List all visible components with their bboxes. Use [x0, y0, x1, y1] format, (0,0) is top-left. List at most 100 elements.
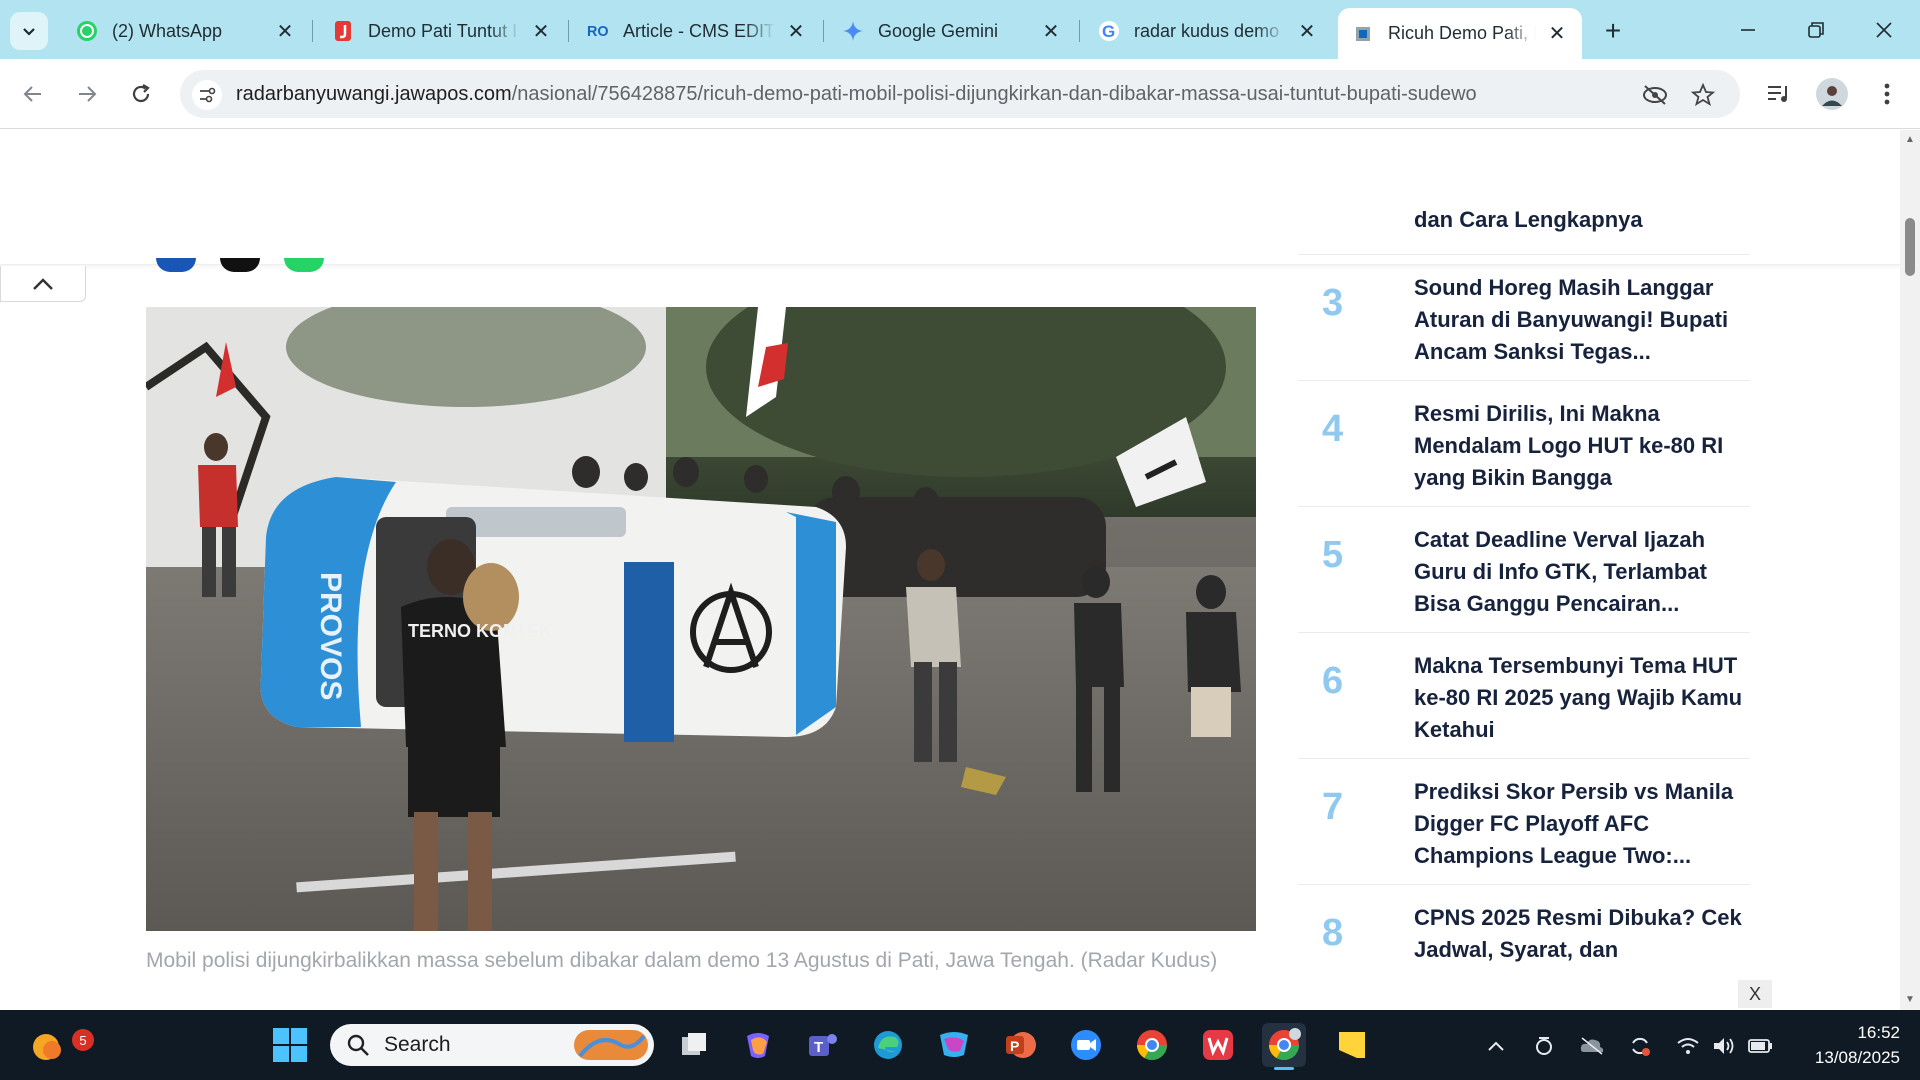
overturned-van: PROVOS	[260, 477, 846, 742]
trending-title[interactable]: Resmi Dirilis, Ini Makna Mendalam Logo H…	[1414, 398, 1744, 494]
close-icon[interactable]: ✕	[1040, 20, 1062, 43]
profile-avatar[interactable]	[1816, 78, 1848, 110]
minimize-button[interactable]	[1720, 10, 1776, 50]
arrow-left-icon	[23, 86, 41, 102]
m365-icon[interactable]	[932, 1023, 976, 1067]
trending-title[interactable]: Catat Deadline Verval Ijazah Guru di Inf…	[1414, 524, 1744, 620]
facebook-share-icon[interactable]	[156, 258, 196, 272]
start-button[interactable]	[268, 1023, 312, 1067]
trending-title[interactable]: Prediksi Skor Persib vs Manila Digger FC…	[1414, 776, 1744, 872]
tab-separator	[312, 20, 313, 42]
url-text[interactable]: radarbanyuwangi.jawapos.com/nasional/756…	[236, 83, 1477, 106]
scroll-up-icon[interactable]: ▲	[1904, 134, 1916, 146]
trending-title[interactable]: Makna Tersembunyi Tema HUT ke-80 RI 2025…	[1414, 650, 1744, 746]
powerpoint-icon[interactable]: P	[998, 1023, 1042, 1067]
trending-rank: 5	[1322, 534, 1344, 576]
page-scrollbar[interactable]: ▲ ▼	[1900, 130, 1920, 1010]
trending-title[interactable]: Sound Horeg Masih Langgar Aturan di Bany…	[1414, 272, 1744, 368]
whatsapp-share-icon[interactable]	[284, 258, 324, 272]
tab-title: Demo Pati Tuntut I	[368, 20, 518, 41]
close-window-button[interactable]	[1856, 10, 1912, 50]
chrome-profile-icon[interactable]	[1262, 1023, 1306, 1070]
tab-google-search[interactable]: G radar kudus demo ✕	[1084, 10, 1332, 52]
chevron-up-icon	[33, 277, 53, 290]
trending-item-8[interactable]: 8 CPNS 2025 Resmi Dibuka? Cek Jadwal, Sy…	[1298, 886, 1750, 1010]
forward-button[interactable]	[68, 75, 106, 113]
collapse-banner-button[interactable]	[0, 266, 86, 302]
tab-active-article[interactable]: Ricuh Demo Pati, M ✕	[1338, 8, 1582, 59]
weather-widget[interactable]: 5	[26, 1023, 94, 1067]
star-icon[interactable]	[1690, 82, 1716, 108]
trending-item-7[interactable]: 7 Prediksi Skor Persib vs Manila Digger …	[1298, 760, 1750, 885]
tab-gemini[interactable]: Google Gemini ✕	[828, 10, 1076, 52]
close-icon[interactable]: ✕	[1546, 23, 1568, 45]
search-label: Search	[384, 1033, 451, 1056]
sync-status-icon[interactable]	[1530, 1032, 1558, 1060]
edge-icon[interactable]	[866, 1023, 910, 1067]
trending-item-6[interactable]: 6 Makna Tersembunyi Tema HUT ke-80 RI 20…	[1298, 634, 1750, 759]
jawapos-icon	[332, 20, 354, 42]
scrollbar-thumb[interactable]	[1905, 218, 1915, 276]
tab-separator	[568, 20, 569, 42]
wps-office-icon[interactable]	[1196, 1023, 1240, 1067]
update-sync-icon[interactable]	[1626, 1032, 1654, 1060]
van-text: PROVOS	[314, 572, 347, 700]
reload-icon	[132, 84, 150, 103]
clock-time: 16:52	[1857, 1023, 1900, 1042]
new-tab-button[interactable]: +	[1596, 14, 1630, 48]
close-icon[interactable]: ✕	[785, 20, 807, 43]
ad-close-button[interactable]: X	[1738, 980, 1772, 1008]
minimize-icon	[1741, 29, 1755, 31]
google-icon: G	[1098, 20, 1120, 42]
notification-badge: 5	[72, 1029, 94, 1051]
copilot-icon[interactable]	[736, 1023, 780, 1067]
sticky-notes-icon[interactable]	[1330, 1023, 1374, 1067]
reload-button[interactable]	[122, 75, 160, 113]
weather-icon	[33, 1034, 61, 1060]
site-info-icon[interactable]	[192, 80, 222, 110]
eye-off-icon[interactable]	[1642, 82, 1668, 108]
trending-item-4[interactable]: 4 Resmi Dirilis, Ini Makna Mendalam Logo…	[1298, 382, 1750, 507]
trending-rank: 7	[1322, 786, 1344, 828]
url-path: /nasional/756428875/ricuh-demo-pati-mobi…	[511, 83, 1477, 105]
tab-title: Article - CMS EDITO	[623, 20, 775, 41]
trending-item-3[interactable]: 3 Sound Horeg Masih Langgar Aturan di Ba…	[1298, 256, 1750, 381]
tab-cms-editor[interactable]: RO Article - CMS EDITO ✕	[573, 10, 821, 52]
chrome-icon[interactable]	[1130, 1023, 1174, 1067]
tab-search-button[interactable]	[10, 12, 48, 50]
zoom-icon[interactable]	[1064, 1023, 1108, 1067]
url-domain: radarbanyuwangi.jawapos.com	[236, 83, 512, 105]
teams-icon[interactable]: T	[800, 1023, 844, 1067]
restore-icon	[1808, 22, 1824, 38]
trending-item-2[interactable]: dan Cara Lengkapnya	[1298, 207, 1750, 255]
back-button[interactable]	[14, 75, 52, 113]
taskbar-search[interactable]: Search	[330, 1024, 654, 1066]
tab-separator	[823, 20, 824, 42]
browser-toolbar: radarbanyuwangi.jawapos.com/nasional/756…	[0, 59, 1920, 129]
show-hidden-icons[interactable]	[1482, 1032, 1510, 1060]
more-menu-icon[interactable]	[1870, 77, 1904, 111]
taskbar-clock[interactable]: 16:52 13/08/2025	[1790, 1020, 1900, 1070]
scroll-down-icon[interactable]: ▼	[1904, 994, 1916, 1006]
web-page: PROVOS TERNO KONTEK Mobil polisi dijungk…	[0, 130, 1900, 1010]
trending-item-5[interactable]: 5 Catat Deadline Verval Ijazah Guru di I…	[1298, 508, 1750, 633]
trending-rank: 6	[1322, 660, 1344, 702]
wifi-icon[interactable]	[1674, 1032, 1702, 1060]
close-icon[interactable]: ✕	[274, 20, 296, 43]
x-share-icon[interactable]	[220, 258, 260, 272]
address-bar[interactable]: radarbanyuwangi.jawapos.com/nasional/756…	[180, 70, 1740, 118]
media-control-icon[interactable]	[1762, 77, 1796, 111]
tab-title: Ricuh Demo Pati, M	[1388, 23, 1536, 43]
volume-icon[interactable]	[1710, 1032, 1738, 1060]
close-icon[interactable]: ✕	[530, 20, 552, 43]
tab-whatsapp[interactable]: (2) WhatsApp ✕	[62, 10, 310, 52]
battery-icon[interactable]	[1746, 1032, 1774, 1060]
close-icon[interactable]: ✕	[1296, 20, 1318, 43]
task-view-icon[interactable]	[672, 1023, 716, 1067]
photo-caption: Mobil polisi dijungkirbalikkan massa seb…	[146, 949, 1218, 972]
onedrive-offline-icon[interactable]	[1578, 1032, 1606, 1060]
restore-button[interactable]	[1788, 10, 1844, 50]
trending-title[interactable]: CPNS 2025 Resmi Dibuka? Cek Jadwal, Syar…	[1414, 902, 1744, 966]
trending-title: dan Cara Lengkapnya	[1414, 207, 1643, 232]
tab-demo-pati[interactable]: Demo Pati Tuntut I ✕	[318, 10, 566, 52]
